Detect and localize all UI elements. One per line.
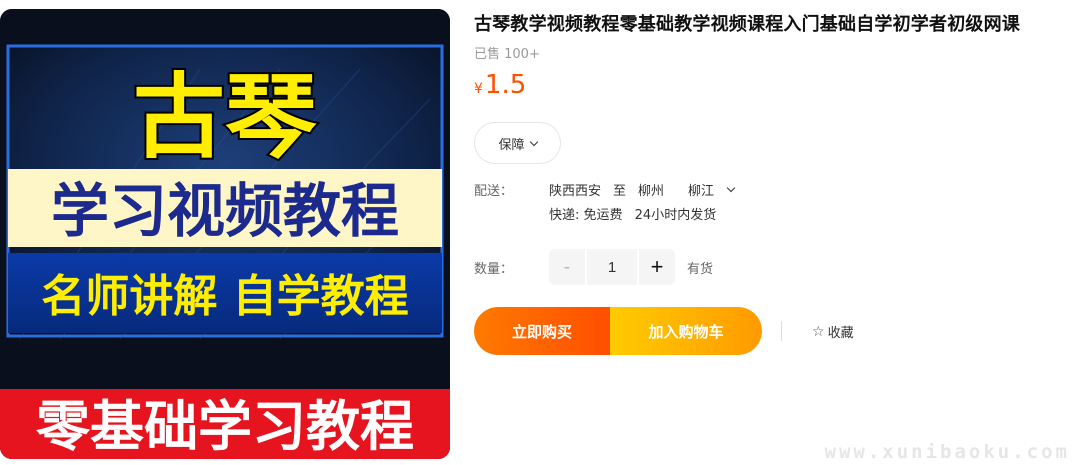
cover-footer-text: 零基础学习教程 xyxy=(36,395,414,458)
add-to-cart-button[interactable]: 加入购物车 xyxy=(610,307,762,355)
dispatch-time: 24小时内发货 xyxy=(634,208,717,223)
purchase-buttons: 立即购买 加入购物车 xyxy=(474,307,762,355)
ship-from: 陕西西安 xyxy=(549,184,602,199)
price-value: 1.5 xyxy=(484,70,527,100)
product-cover-graphic: 古琴 学习视频教程 名师讲解 自学教程 零基础学习教程 xyxy=(0,9,450,459)
quantity-label: 数量： xyxy=(474,262,514,277)
price: ¥1.5 xyxy=(474,70,526,100)
shipping-label: 配送： xyxy=(474,184,514,199)
buy-now-button[interactable]: 立即购买 xyxy=(474,307,610,355)
guarantee-label: 保障 xyxy=(498,137,525,153)
favorite-button[interactable]: ☆ 收藏 xyxy=(812,322,854,342)
cover-band-text: 名师讲解 自学教程 xyxy=(41,271,408,322)
currency-symbol: ¥ xyxy=(474,81,483,97)
quantity-stepper: - + 有货 xyxy=(549,249,713,285)
product-title: 古琴教学视频教程零基础教学视频课程入门基础自学初学者初级网课 xyxy=(474,14,1020,35)
quantity-increase-button[interactable]: + xyxy=(639,249,675,285)
watermark: www.xunibaoku.com xyxy=(824,441,1070,463)
product-info-panel: 古琴教学视频教程零基础教学视频课程入门基础自学初学者初级网课 已售 100+ ¥… xyxy=(474,0,1074,465)
cover-subtitle: 学习视频教程 xyxy=(51,177,399,245)
ship-city: 柳州 xyxy=(638,184,665,199)
star-icon: ☆ xyxy=(812,323,825,340)
shipping-route-selector[interactable]: 陕西西安 至 柳州 柳江 xyxy=(549,180,746,199)
quantity-input[interactable] xyxy=(587,249,637,285)
shipping-detail: 快递: 免运费 24小时内发货 xyxy=(549,204,716,223)
express-fee: 快递: 免运费 xyxy=(549,208,623,223)
sold-count: 已售 100+ xyxy=(474,47,540,62)
guarantee-button[interactable]: 保障 xyxy=(474,122,561,164)
ship-district: 柳江 xyxy=(688,184,715,199)
divider xyxy=(781,321,782,341)
favorite-label: 收藏 xyxy=(827,326,854,341)
quantity-decrease-button[interactable]: - xyxy=(549,249,585,285)
chevron-down-icon xyxy=(529,137,538,146)
cover-headline: 古琴 xyxy=(133,64,317,171)
ship-to-word: 至 xyxy=(613,184,627,199)
product-image[interactable]: 古琴 学习视频教程 名师讲解 自学教程 零基础学习教程 xyxy=(0,9,450,459)
stock-status: 有货 xyxy=(687,261,714,277)
chevron-down-icon xyxy=(726,183,736,193)
